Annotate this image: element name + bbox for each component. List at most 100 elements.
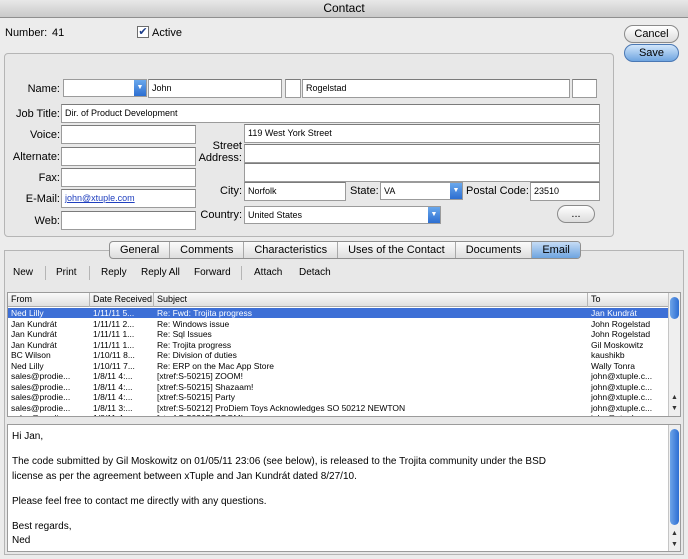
- scroll-down-icon[interactable]: ▼: [669, 404, 680, 414]
- email-row[interactable]: sales@prodie...1/8/11 4:...[xtref:S-5021…: [8, 382, 668, 392]
- street-line-3-field[interactable]: [244, 163, 600, 182]
- cell-to: Wally Tonra: [591, 360, 635, 371]
- scrollbar-thumb[interactable]: [670, 429, 679, 525]
- cell-date: 1/10/11 7...: [93, 360, 135, 371]
- scrollbar-thumb[interactable]: [670, 297, 679, 319]
- cell-to: john@xtuple.c...: [591, 381, 653, 392]
- postal-code-label: Postal Code:: [466, 185, 529, 197]
- cell-to: kaushikb: [591, 350, 625, 360]
- email-row[interactable]: Jan Kundrát 1/11/11 2... Re: Windows issue…: [8, 319, 668, 329]
- email-list-scrollbar[interactable]: ▲ ▼: [668, 293, 680, 416]
- message-scrollbar[interactable]: ▲ ▼: [668, 425, 680, 551]
- name-label: Name:: [27, 83, 60, 95]
- cell-date: 1/11/11 5...: [93, 308, 135, 318]
- fax-label: Fax:: [38, 172, 60, 184]
- message-line: license as per the agreement between xTu…: [12, 471, 357, 482]
- cell-subject: Re: Sql Issues: [157, 329, 212, 339]
- message-line: Hi Jan,: [12, 431, 44, 442]
- street-line-1-field[interactable]: 119 West York Street: [244, 124, 600, 143]
- new-button[interactable]: New: [13, 264, 33, 282]
- forward-button[interactable]: Forward: [194, 264, 231, 282]
- cancel-button[interactable]: Cancel: [624, 25, 679, 43]
- message-line: Ned: [12, 535, 31, 546]
- column-header-date[interactable]: Date Received: [90, 293, 154, 307]
- cell-subject: [xtref:S-50212] ProDiem Toys Acknowledge…: [157, 402, 406, 413]
- suffix-field[interactable]: [572, 79, 597, 98]
- cell-date: 1/10/11 8...: [93, 350, 135, 360]
- tab-general[interactable]: General: [110, 242, 171, 258]
- message-line: The code submitted by Gil Moskowitz on 0…: [12, 456, 546, 467]
- state-select[interactable]: VA ▼: [380, 182, 463, 200]
- email-row[interactable]: sales@prodie... 1/8/11 3:... [xtref:S-5021…: [8, 403, 668, 413]
- cell-subject: [xtref:S-50215] ZOOM!: [154, 413, 588, 416]
- tab-documents[interactable]: Documents: [456, 242, 533, 258]
- scroll-up-icon[interactable]: ▲: [669, 529, 680, 539]
- web-label: Web:: [34, 215, 60, 227]
- email-field[interactable]: john@xtuple.com: [61, 189, 196, 208]
- cell-date: 1/8/11 4:...: [93, 381, 133, 392]
- tab-email[interactable]: Email: [532, 242, 580, 258]
- tab-characteristics[interactable]: Characteristics: [244, 242, 339, 258]
- cell-from: Ned Lilly: [11, 308, 44, 318]
- scroll-down-icon[interactable]: ▼: [669, 540, 680, 550]
- web-field[interactable]: [61, 211, 196, 230]
- address-lookup-button[interactable]: ...: [557, 205, 595, 223]
- tab-comments[interactable]: Comments: [170, 242, 245, 258]
- alternate-field[interactable]: [61, 147, 196, 166]
- cell-date: 1/11/11 1...: [93, 329, 135, 339]
- fax-field[interactable]: [61, 168, 196, 187]
- active-checkbox[interactable]: ✔: [137, 26, 149, 38]
- tab-bar: General Comments Characteristics Uses of…: [109, 241, 581, 259]
- message-body[interactable]: Hi Jan, The code submitted by Gil Moskow…: [7, 424, 681, 552]
- save-button[interactable]: Save: [624, 44, 679, 62]
- cell-to: john@xtuple.c...: [591, 371, 653, 381]
- cell-to: john@xtuple.c...: [588, 413, 668, 416]
- email-row[interactable]: Ned Lilly 1/10/11 7... Re: ERP on the Mac …: [8, 361, 668, 371]
- email-row[interactable]: BC Wilson 1/10/11 8... Re: Division of dut…: [8, 350, 668, 360]
- first-name-field[interactable]: John: [148, 79, 282, 98]
- cell-date: 1/8/11 4:...: [93, 392, 133, 402]
- cell-subject: [xtref:S-50215] Shazaam!: [157, 381, 254, 392]
- cell-date: 1/8/11 4:...: [90, 413, 154, 416]
- city-field[interactable]: Norfolk: [244, 182, 346, 201]
- detach-button[interactable]: Detach: [299, 264, 331, 282]
- scroll-up-icon[interactable]: ▲: [669, 393, 680, 403]
- reply-button[interactable]: Reply: [101, 264, 127, 282]
- column-header-subject[interactable]: Subject: [154, 293, 588, 307]
- email-row[interactable]: sales@prodie...1/8/11 4:...[xtref:S-5021…: [8, 413, 668, 416]
- print-button[interactable]: Print: [56, 264, 77, 282]
- cell-subject: Re: Trojita progress: [157, 339, 232, 350]
- email-row[interactable]: sales@prodie...1/8/11 4:...[xtref:S-5021…: [8, 392, 668, 402]
- email-row[interactable]: Jan Kundrát 1/11/11 1... Re: Sql Issues Joh…: [8, 329, 668, 339]
- email-label: E-Mail:: [25, 193, 60, 205]
- email-row[interactable]: sales@prodie...1/8/11 4:...[xtref:S-5021…: [8, 371, 668, 381]
- street-line-2-field[interactable]: [244, 144, 600, 163]
- voice-field[interactable]: [61, 125, 196, 144]
- email-row[interactable]: Ned Lilly 1/11/11 5... Re: Fwd: Trojita pr…: [8, 308, 668, 318]
- cell-from: sales@prodie...: [11, 371, 71, 381]
- cell-subject: Re: ERP on the Mac App Store: [157, 360, 275, 371]
- column-header-from[interactable]: From: [8, 293, 90, 307]
- email-row[interactable]: Jan Kundrát 1/11/11 1... Re: Trojita progr…: [8, 340, 668, 350]
- cell-from: Jan Kundrát: [11, 339, 57, 350]
- street-label-2: Address:: [198, 152, 242, 164]
- middle-name-field[interactable]: [285, 79, 301, 98]
- email-toolbar: New Print Reply Reply All Forward Attach…: [5, 264, 683, 284]
- cell-from: Jan Kundrát: [11, 318, 57, 329]
- cell-to: john@xtuple.c...: [591, 392, 653, 402]
- country-select[interactable]: United States ▼: [244, 206, 441, 224]
- cell-from: BC Wilson: [11, 350, 51, 360]
- reply-all-button[interactable]: Reply All: [141, 264, 180, 282]
- cell-from: sales@prodie...: [8, 413, 90, 416]
- cell-to: Jan Kundrát: [591, 308, 637, 318]
- attach-button[interactable]: Attach: [254, 264, 282, 282]
- number-value: 41: [52, 27, 65, 39]
- cell-date: 1/8/11 4:...: [93, 371, 133, 381]
- email-list-header: From Date Received Subject To: [8, 293, 680, 307]
- tab-uses-of-contact[interactable]: Uses of the Contact: [338, 242, 456, 258]
- email-list[interactable]: From Date Received Subject To Ned Lilly 1…: [7, 292, 681, 417]
- last-name-field[interactable]: Rogelstad: [302, 79, 570, 98]
- honorific-select[interactable]: ▼: [63, 79, 147, 97]
- job-title-field[interactable]: Dir. of Product Development: [61, 104, 600, 123]
- postal-code-field[interactable]: 23510: [530, 182, 600, 201]
